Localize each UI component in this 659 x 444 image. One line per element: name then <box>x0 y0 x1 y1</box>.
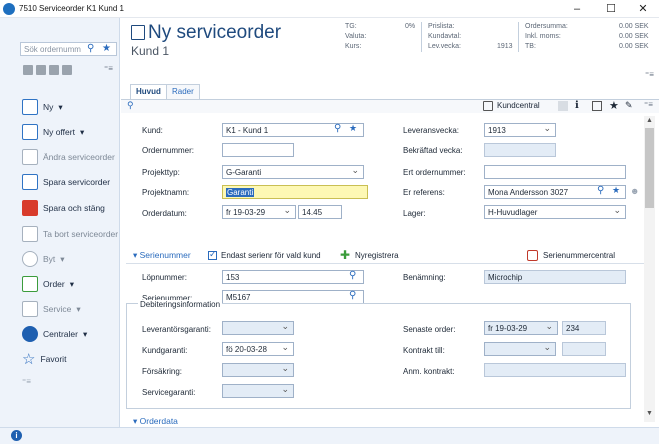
person-icon[interactable]: ☻ <box>630 186 639 196</box>
save-close-icon <box>22 200 38 216</box>
close-button[interactable]: ✕ <box>626 1 659 17</box>
favorite-star-icon[interactable]: ★ <box>102 43 111 54</box>
er-referens-input[interactable]: Mona Andersson 3027 <box>484 185 626 199</box>
offer-icon <box>22 124 38 140</box>
sidebar-item-spara[interactable]: Spara servicorder <box>22 172 110 192</box>
title-bar: 7510 Serviceorder K1 Kund 1 – ☐ ✕ <box>0 0 659 18</box>
window-title: 7510 Serviceorder K1 Kund 1 <box>19 4 124 13</box>
servicegaranti-select[interactable] <box>222 384 294 398</box>
ert-ordernummer-input[interactable] <box>484 165 626 179</box>
sidebar-settings-icon[interactable]: ⁼≡ <box>22 377 31 386</box>
sidebar-item-order[interactable]: Order ▾ <box>22 274 74 294</box>
app-icon <box>3 3 15 15</box>
lager-select[interactable]: H-Huvudlager <box>484 205 626 219</box>
delete-icon <box>22 226 38 242</box>
next-record-button[interactable] <box>49 65 59 75</box>
first-record-button[interactable] <box>23 65 33 75</box>
kontrakt-till-extra <box>562 342 606 356</box>
kundgaranti-select[interactable]: fö 20-03-28 <box>222 342 294 356</box>
toolbar-menu-icon[interactable]: ⁼≡ <box>644 100 653 109</box>
sidebar-item-favorit[interactable]: ☆ Favorit <box>22 349 66 369</box>
debit-legend: Debiteringsinformation <box>138 300 223 309</box>
senaste-order-number: 234 <box>562 321 606 335</box>
search-icon[interactable]: ⚲ <box>334 123 341 134</box>
bekraftad-vecka-input <box>484 143 556 157</box>
ordernummer-input[interactable] <box>222 143 294 157</box>
projektnamn-input[interactable]: Garanti <box>222 185 368 199</box>
star-icon[interactable]: ★ <box>612 185 620 196</box>
edit-icon <box>22 149 38 165</box>
info-circle-icon[interactable]: ℹ <box>575 100 579 111</box>
senaste-order-select: fr 19-03-29 <box>484 321 558 335</box>
page-subtitle: Kund 1 <box>131 44 170 58</box>
serienummercentral-link[interactable]: Serienummercentral <box>543 251 615 260</box>
sidebar-item-spara-stang[interactable]: Spara och stäng <box>22 198 105 218</box>
save-icon <box>22 174 38 190</box>
serial-central-icon <box>527 250 538 261</box>
info-status-icon[interactable]: i <box>11 430 22 441</box>
note-icon[interactable] <box>558 101 568 111</box>
new-document-header-icon <box>131 25 145 40</box>
sidebar-menu-icon[interactable]: ⁼≡ <box>104 64 113 73</box>
tab-rader[interactable]: Rader <box>166 84 200 99</box>
maximize-button[interactable]: ☐ <box>594 1 628 17</box>
orderdata-section-toggle[interactable]: ▾ Orderdata <box>133 416 178 427</box>
serial-section-toggle[interactable]: ▾ Serienummer <box>133 250 191 261</box>
info-icon[interactable] <box>592 101 602 111</box>
lopnummer-input[interactable]: 153 <box>222 270 364 284</box>
kundcentral-icon <box>483 101 493 111</box>
sidebar-item-byt: Byt ▾ <box>22 249 65 269</box>
scrollbar-thumb[interactable] <box>645 128 654 208</box>
kundcentral-link[interactable]: Kundcentral <box>497 101 540 110</box>
minimize-button[interactable]: – <box>560 1 594 17</box>
leveransvecka-select[interactable]: 1913 <box>484 123 556 137</box>
only-customer-checkbox[interactable] <box>208 249 217 260</box>
star-icon: ☆ <box>22 351 36 368</box>
sidebar-item-service: Service ▾ <box>22 299 81 319</box>
debit-fieldset <box>126 303 631 409</box>
search-icon[interactable]: ⚲ <box>597 185 604 196</box>
kund-input[interactable]: K1 - Kund 1 <box>222 123 364 137</box>
plus-icon: ✚ <box>340 248 351 262</box>
kontrakt-till-select <box>484 342 556 356</box>
order-icon <box>22 276 38 292</box>
ordertid-input[interactable]: 14.45 <box>298 205 342 219</box>
new-document-icon <box>22 99 38 115</box>
projekttyp-select[interactable]: G-Garanti <box>222 165 364 179</box>
pen-icon[interactable]: ✎ <box>625 100 633 111</box>
star-icon[interactable]: ★ <box>349 123 357 134</box>
filter-icon[interactable]: ⚲ <box>127 100 134 111</box>
nyregistrera-link[interactable]: Nyregistrera <box>355 251 399 260</box>
tab-huvud[interactable]: Huvud <box>130 84 167 99</box>
search-icon[interactable]: ⚲ <box>87 43 94 54</box>
benamning-input: Microchip <box>484 270 626 284</box>
central-icon <box>22 326 38 342</box>
service-icon <box>22 301 38 317</box>
search-icon[interactable]: ⚲ <box>349 270 356 281</box>
anm-kontrakt-input <box>484 363 626 377</box>
serienummer-input[interactable]: M5167 <box>222 290 364 304</box>
forsakring-select[interactable] <box>222 363 294 377</box>
sidebar-item-ny[interactable]: Ny ▾ <box>22 97 63 117</box>
scroll-down-icon[interactable]: ▼ <box>646 410 653 417</box>
sidebar-item-ny-offert[interactable]: Ny offert ▾ <box>22 122 84 142</box>
leverantorsgaranti-select[interactable] <box>222 321 294 335</box>
sidebar-item-andra: Ändra serviceorder <box>22 147 115 167</box>
previous-record-button[interactable] <box>36 65 46 75</box>
status-bar <box>0 427 659 444</box>
scroll-up-icon[interactable]: ▲ <box>646 117 653 124</box>
header-menu-icon[interactable]: ⁼≡ <box>645 70 654 79</box>
sidebar-item-centraler[interactable]: Centraler ▾ <box>22 324 87 344</box>
sidebar-item-ta-bort: Ta bort serviceorder <box>22 224 118 244</box>
orderdatum-select[interactable]: fr 19-03-29 <box>222 205 296 219</box>
last-record-button[interactable] <box>62 65 72 75</box>
search-icon[interactable]: ⚲ <box>349 290 356 301</box>
swap-icon <box>22 251 38 267</box>
page-title: Ny serviceorder <box>148 22 282 43</box>
favorite-icon[interactable]: ★ <box>609 99 619 112</box>
